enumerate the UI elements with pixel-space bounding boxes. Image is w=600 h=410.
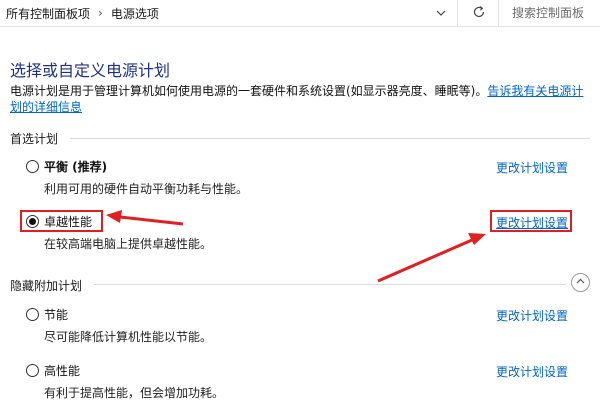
description-text: 电源计划是用于管理计算机如何使用电源的一套硬件和系统设置(如显示器亮度、睡眠等)…: [10, 84, 488, 98]
refresh-button[interactable]: [459, 0, 499, 26]
breadcrumb-separator: ›: [98, 6, 103, 20]
plan-balanced-radio[interactable]: [26, 160, 39, 173]
search-box[interactable]: [500, 0, 600, 26]
hidden-plans-heading: 隐藏附加计划: [10, 279, 83, 293]
plan-high-performance-name[interactable]: 高性能: [44, 362, 80, 379]
plan-balanced: 平衡 (推荐) 利用可用的硬件自动平衡功耗与性能。 更改计划设置: [26, 158, 586, 198]
breadcrumb-item-power-options[interactable]: 电源选项: [111, 5, 159, 22]
group-divider: [94, 284, 566, 285]
breadcrumb[interactable]: 所有控制面板项 › 电源选项: [0, 0, 458, 26]
chevron-down-icon[interactable]: [433, 5, 449, 21]
plan-balanced-change-link[interactable]: 更改计划设置: [496, 159, 568, 176]
group-divider: [70, 138, 590, 139]
highlight-box-plan: [20, 210, 103, 232]
plan-high-performance-description: 有利于提高性能，但会增加功耗。: [44, 386, 225, 400]
page-title: 选择或自定义电源计划: [10, 61, 171, 80]
plan-power-saver: 节能 尽可能降低计算机性能以节能。 更改计划设置: [26, 306, 586, 346]
plan-balanced-name[interactable]: 平衡 (推荐): [44, 158, 107, 175]
refresh-icon: [472, 5, 486, 22]
highlight-box-link: [490, 210, 572, 232]
address-bar: 所有控制面板项 › 电源选项: [0, 0, 600, 27]
plan-high-performance: 高性能 有利于提高性能，但会增加功耗。 更改计划设置: [26, 362, 586, 402]
breadcrumb-item-all-control-panel[interactable]: 所有控制面板项: [6, 5, 90, 22]
plan-power-saver-radio[interactable]: [26, 308, 39, 321]
plan-balanced-description: 利用可用的硬件自动平衡功耗与性能。: [44, 182, 249, 196]
chevron-up-icon: [575, 276, 586, 290]
plan-power-saver-name[interactable]: 节能: [44, 306, 68, 323]
plan-high-performance-change-link[interactable]: 更改计划设置: [496, 363, 568, 380]
plan-power-saver-description: 尽可能降低计算机性能以节能。: [44, 330, 213, 344]
plan-high-performance-radio[interactable]: [26, 364, 39, 377]
plan-power-saver-change-link[interactable]: 更改计划设置: [496, 307, 568, 324]
collapse-button[interactable]: [571, 273, 590, 292]
preferred-plans-heading: 首选计划: [10, 132, 59, 146]
page-description: 电源计划是用于管理计算机如何使用电源的一套硬件和系统设置(如显示器亮度、睡眠等)…: [10, 83, 590, 115]
plan-ultimate-description: 在较高端电脑上提供卓越性能。: [44, 237, 213, 251]
search-input[interactable]: [512, 6, 600, 20]
